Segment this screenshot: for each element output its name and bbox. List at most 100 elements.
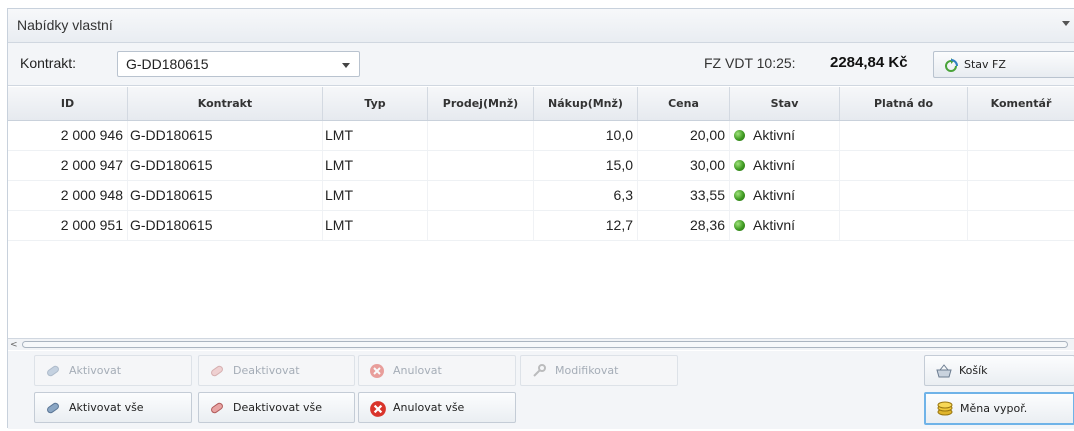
aktivovat-vse-button[interactable]: Aktivovat vše — [34, 392, 192, 423]
deaktivovat-label: Deaktivovat — [233, 364, 300, 377]
table-row[interactable]: 2 000 946 G-DD180615 LMT 10,0 20,00 Akti… — [8, 121, 1074, 151]
cell-id: 2 000 946 — [8, 121, 128, 150]
cell-stav: Aktivní — [730, 121, 840, 150]
kosik-label: Košík — [959, 364, 988, 377]
deaktivovat-button[interactable]: Deaktivovat — [198, 355, 355, 386]
action-bar: Aktivovat Deaktivovat Anulovat Modifikov… — [8, 351, 1074, 429]
cell-cena: 30,00 — [638, 151, 730, 180]
column-header-typ[interactable]: Typ — [323, 87, 428, 120]
cell-typ: LMT — [323, 121, 428, 150]
kontrakt-label: Kontrakt: — [20, 55, 77, 71]
cell-kontrakt: G-DD180615 — [128, 181, 323, 210]
modifikovat-label: Modifikovat — [555, 364, 619, 377]
cell-kontrakt: G-DD180615 — [128, 121, 323, 150]
panel-title: Nabídky vlastní — [17, 17, 113, 33]
cell-id: 2 000 951 — [8, 211, 128, 240]
scroll-left-icon[interactable]: < — [10, 340, 18, 350]
column-header-stav[interactable]: Stav — [730, 87, 840, 120]
column-header-komentar[interactable]: Komentář — [968, 87, 1074, 120]
aktivovat-label: Aktivovat — [69, 364, 122, 377]
aktivovat-button[interactable]: Aktivovat — [34, 355, 192, 386]
fz-value: 2284,84 Kč — [830, 54, 908, 71]
cell-nakup: 15,0 — [534, 151, 638, 180]
scrollbar-thumb[interactable] — [22, 341, 1068, 348]
collapse-icon[interactable] — [1062, 21, 1070, 26]
cell-prodej — [428, 121, 534, 150]
cell-stav: Aktivní — [730, 211, 840, 240]
cell-cena: 28,36 — [638, 211, 730, 240]
cell-id: 2 000 948 — [8, 181, 128, 210]
cell-komentar — [968, 151, 1074, 180]
cell-platna-do — [840, 151, 968, 180]
cell-platna-do — [840, 181, 968, 210]
anulovat-vse-button[interactable]: Anulovat vše — [358, 392, 516, 423]
cell-platna-do — [840, 121, 968, 150]
modifikovat-button[interactable]: Modifikovat — [520, 355, 678, 386]
cell-typ: LMT — [323, 181, 428, 210]
nabidky-vlastni-panel: Nabídky vlastní Kontrakt: G-DD180615 FZ … — [7, 8, 1074, 429]
cancel-icon — [369, 400, 387, 422]
pill-icon — [45, 400, 61, 420]
cell-komentar — [968, 181, 1074, 210]
aktivovat-vse-label: Aktivovat vše — [69, 401, 144, 414]
anulovat-button[interactable]: Anulovat — [358, 355, 516, 386]
cell-prodej — [428, 211, 534, 240]
cell-kontrakt: G-DD180615 — [128, 151, 323, 180]
column-header-prodej[interactable]: Prodej(Mnž) — [428, 87, 534, 120]
pill-icon — [45, 363, 61, 383]
stav-fz-button[interactable]: Stav FZ — [933, 51, 1074, 78]
status-active-icon — [734, 220, 745, 231]
table-row[interactable]: 2 000 948 G-DD180615 LMT 6,3 33,55 Aktiv… — [8, 181, 1074, 211]
cell-komentar — [968, 211, 1074, 240]
status-active-icon — [734, 160, 745, 171]
cell-stav: Aktivní — [730, 181, 840, 210]
mena-vypor-button[interactable]: Měna vypoř. — [924, 392, 1074, 425]
cell-typ: LMT — [323, 151, 428, 180]
cancel-icon — [369, 363, 385, 383]
cell-nakup: 12,7 — [534, 211, 638, 240]
cell-komentar — [968, 121, 1074, 150]
cell-typ: LMT — [323, 211, 428, 240]
column-header-cena[interactable]: Cena — [638, 87, 730, 120]
fz-label: FZ VDT 10:25: — [704, 55, 796, 71]
column-header-kontrakt[interactable]: Kontrakt — [128, 87, 323, 120]
cell-cena: 33,55 — [638, 181, 730, 210]
cell-nakup: 6,3 — [534, 181, 638, 210]
horizontal-scrollbar[interactable]: < — [8, 338, 1074, 350]
mena-vypor-label: Měna vypoř. — [960, 402, 1028, 415]
broken-pill-icon — [209, 363, 225, 383]
cell-prodej — [428, 151, 534, 180]
wrench-icon — [531, 363, 547, 383]
cell-cena: 20,00 — [638, 121, 730, 150]
status-text: Aktivní — [753, 127, 796, 143]
anulovat-label: Anulovat — [393, 364, 442, 377]
panel-titlebar: Nabídky vlastní — [8, 9, 1074, 43]
column-header-id[interactable]: ID — [8, 87, 128, 120]
broken-pill-icon — [209, 400, 225, 420]
table-row[interactable]: 2 000 951 G-DD180615 LMT 12,7 28,36 Akti… — [8, 211, 1074, 241]
deaktivovat-vse-button[interactable]: Deaktivovat vše — [198, 392, 355, 423]
kontrakt-select[interactable]: G-DD180615 — [117, 51, 360, 77]
contract-toolbar: Kontrakt: G-DD180615 FZ VDT 10:25: 2284,… — [8, 43, 1074, 86]
anulovat-vse-label: Anulovat vše — [393, 401, 465, 414]
refresh-icon — [943, 58, 959, 78]
column-header-nakup[interactable]: Nákup(Mnž) — [534, 87, 638, 120]
table-row[interactable]: 2 000 947 G-DD180615 LMT 15,0 30,00 Akti… — [8, 151, 1074, 181]
chevron-down-icon[interactable] — [342, 63, 350, 68]
status-text: Aktivní — [753, 217, 796, 233]
status-active-icon — [734, 190, 745, 201]
stav-fz-label: Stav FZ — [964, 58, 1006, 71]
status-active-icon — [734, 130, 745, 141]
column-header-platna-do[interactable]: Platná do — [840, 87, 968, 120]
status-text: Aktivní — [753, 157, 796, 173]
kontrakt-select-value: G-DD180615 — [126, 56, 209, 72]
cell-nakup: 10,0 — [534, 121, 638, 150]
offers-table: ID Kontrakt Typ Prodej(Mnž) Nákup(Mnž) C… — [8, 87, 1074, 338]
table-header: ID Kontrakt Typ Prodej(Mnž) Nákup(Mnž) C… — [8, 87, 1074, 121]
kosik-button[interactable]: Košík — [924, 355, 1074, 386]
cell-stav: Aktivní — [730, 151, 840, 180]
cell-platna-do — [840, 211, 968, 240]
cell-id: 2 000 947 — [8, 151, 128, 180]
cell-prodej — [428, 181, 534, 210]
coins-icon — [936, 401, 954, 421]
